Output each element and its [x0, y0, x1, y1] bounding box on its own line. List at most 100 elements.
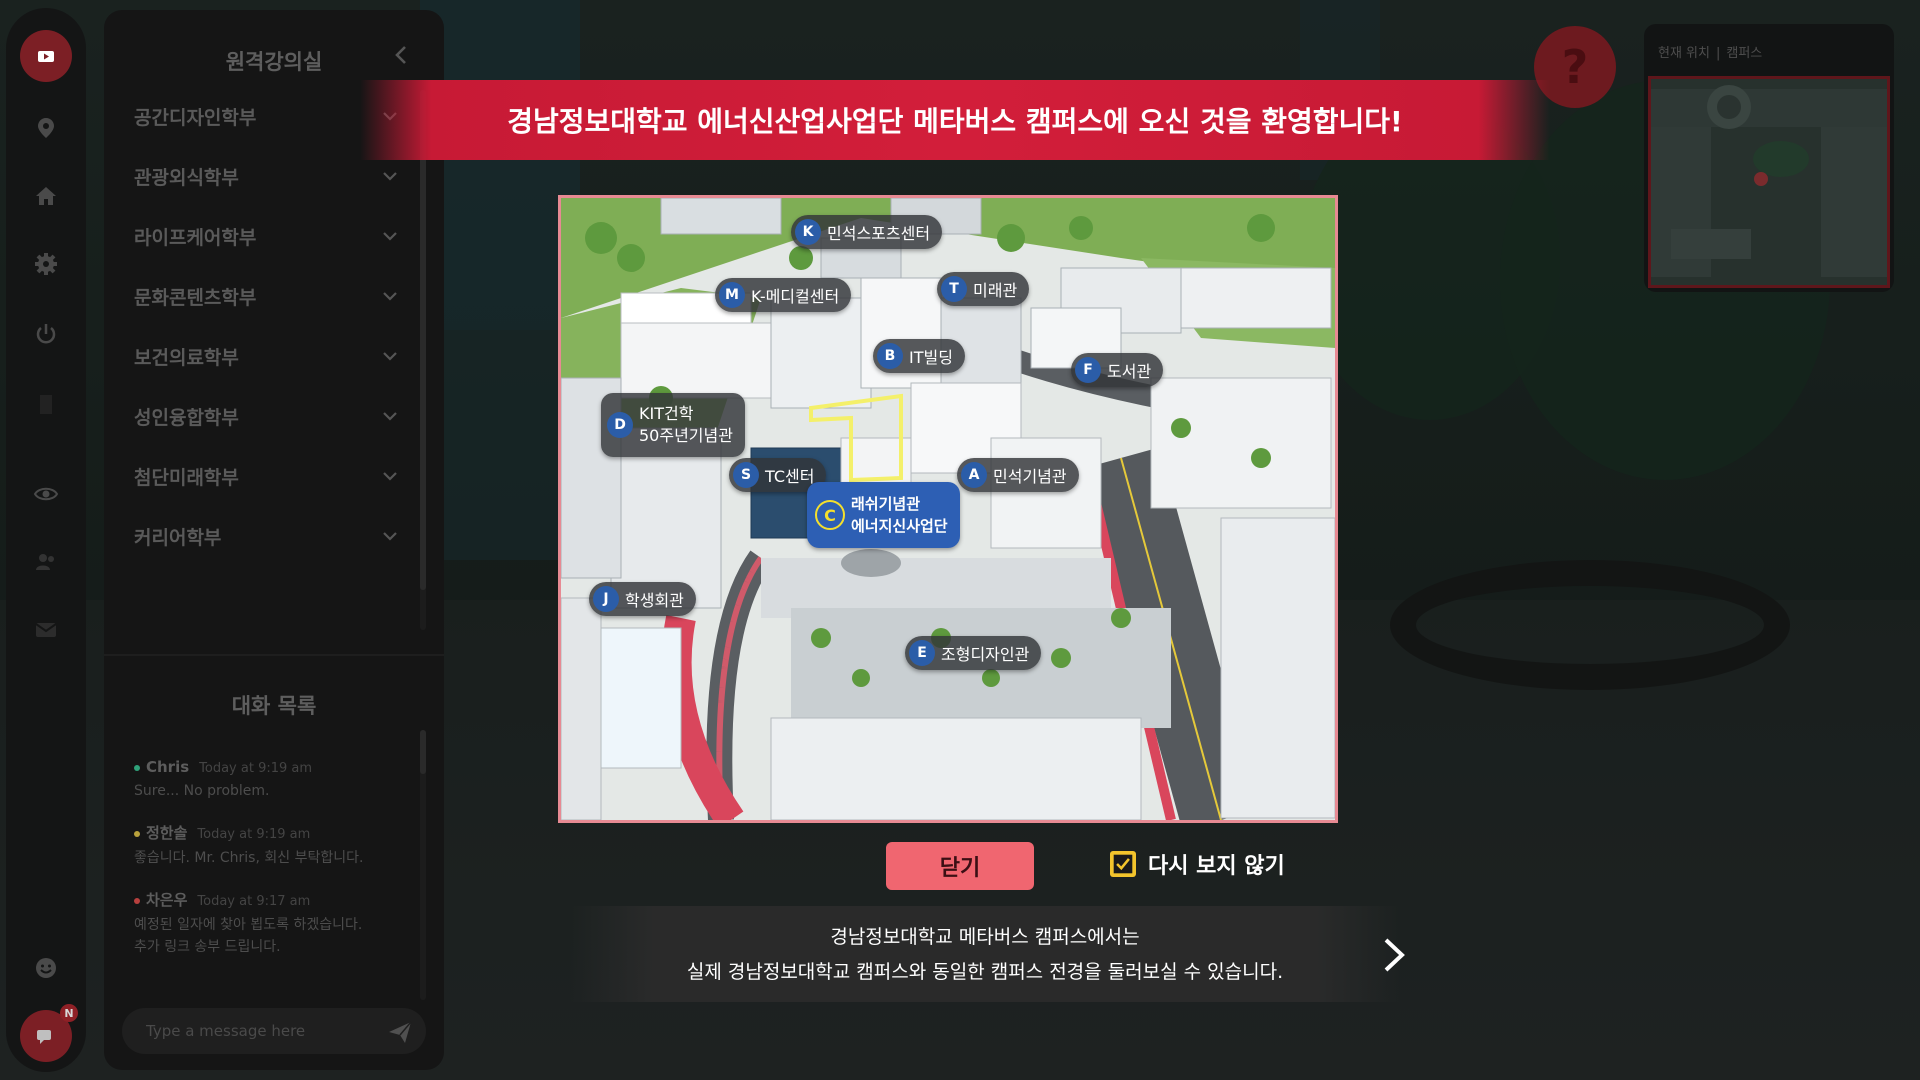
collapse-panel-button[interactable]	[386, 40, 416, 70]
dont-show-again-checkbox[interactable]: 다시 보지 않기	[1110, 848, 1285, 880]
poi-name: 민석기념관	[993, 467, 1067, 486]
poi-marker-c-current[interactable]: C 래쉬기념관 에너지신사업단	[807, 482, 960, 548]
chevron-down-icon	[383, 412, 397, 421]
poi-code: J	[593, 586, 619, 612]
status-dot	[134, 764, 140, 771]
department-label: 보건의료학부	[134, 346, 239, 369]
power-icon[interactable]	[26, 314, 66, 354]
minimap-label-location: 캠퍼스	[1726, 46, 1763, 61]
poi-marker-j[interactable]: J 학생회관	[589, 582, 696, 616]
notification-badge: N	[60, 1004, 78, 1022]
poi-code: S	[733, 462, 759, 488]
chat-message-input[interactable]	[122, 1008, 426, 1054]
department-item[interactable]: 보건의료학부	[104, 326, 428, 386]
location-pin-icon[interactable]	[26, 108, 66, 148]
department-item[interactable]: 라이프케어학부	[104, 206, 428, 266]
users-icon[interactable]	[26, 542, 66, 582]
eye-icon[interactable]	[26, 474, 66, 514]
close-button[interactable]: 닫기	[886, 842, 1034, 890]
poi-name: 래쉬기념관 에너지신사업단	[851, 495, 948, 535]
chevron-down-icon	[383, 472, 397, 481]
message-author: 정한솔	[146, 824, 188, 842]
status-dot	[134, 897, 140, 904]
department-item[interactable]: 커리어학부	[104, 506, 428, 566]
send-icon[interactable]	[386, 1018, 414, 1046]
poi-marker-m[interactable]: M K-메디컬센터	[715, 278, 852, 312]
poi-marker-b[interactable]: B IT빌딩	[873, 339, 965, 373]
minimap-label-current: 현재 위치	[1658, 46, 1710, 61]
poi-name: IT빌딩	[909, 348, 953, 367]
department-scrollbar[interactable]	[420, 90, 426, 630]
poi-code: T	[941, 276, 967, 302]
description-line: 실제 경남정보대학교 캠퍼스와 동일한 캠퍼스 전경을 둘러보실 수 있습니다.	[686, 961, 1284, 983]
chevron-down-icon	[383, 352, 397, 361]
next-arrow-icon[interactable]	[1376, 934, 1410, 976]
department-label: 성인융합학부	[134, 406, 239, 429]
left-icon-rail: N	[6, 8, 86, 1072]
message-text: 추가 링크 송부 드립니다.	[134, 939, 281, 955]
gear-icon[interactable]	[26, 244, 66, 284]
chevron-down-icon	[383, 172, 397, 181]
message-text: 좋습니다. Mr. Chris, 회신 부탁합니다.	[134, 850, 364, 866]
poi-name: TC센터	[765, 467, 815, 486]
status-dot	[134, 830, 140, 837]
message-time: Today at 9:17 am	[197, 894, 311, 909]
campus-map: K 민석스포츠센터 M K-메디컬센터 T 미래관 B IT빌딩 F 도서관 D…	[558, 195, 1338, 823]
door-icon[interactable]	[26, 384, 66, 424]
message-author: 차은우	[146, 891, 188, 909]
chat-title: 대화 목록	[231, 694, 317, 718]
minimap-view[interactable]	[1648, 76, 1890, 288]
checkbox-checked-icon	[1110, 851, 1136, 877]
department-item[interactable]: 문화콘텐츠학부	[104, 266, 428, 326]
department-label: 문화콘텐츠학부	[134, 286, 257, 309]
department-label: 라이프케어학부	[134, 226, 257, 249]
department-label: 커리어학부	[134, 526, 222, 549]
chevron-down-icon	[383, 532, 397, 541]
chat-message: Chris Today at 9:19 am Sure... No problem…	[134, 758, 414, 802]
poi-marker-a[interactable]: A 민석기념관	[957, 458, 1079, 492]
department-item[interactable]: 첨단미래학부	[104, 446, 428, 506]
department-label: 관광외식학부	[134, 166, 239, 189]
poi-name: 조형디자인관	[941, 645, 1030, 664]
poi-marker-d[interactable]: D KIT건학 50주년기념관	[601, 393, 745, 457]
message-time: Today at 9:19 am	[197, 827, 311, 842]
poi-name: KIT건학 50주년기념관	[639, 404, 733, 445]
chat-message: 정한솔 Today at 9:19 am 좋습니다. Mr. Chris, 회신 …	[134, 822, 414, 869]
smile-icon[interactable]	[26, 948, 66, 988]
chat-scrollbar[interactable]	[420, 730, 426, 1000]
poi-code: F	[1075, 357, 1101, 383]
minimap: 현재 위치 | 캠퍼스	[1644, 24, 1894, 292]
poi-name: 미래관	[973, 281, 1018, 300]
department-item[interactable]: 성인융합학부	[104, 386, 428, 446]
poi-code: M	[719, 282, 745, 308]
poi-code: E	[909, 640, 935, 666]
dont-show-again-label: 다시 보지 않기	[1148, 854, 1285, 879]
chevron-down-icon	[383, 232, 397, 241]
minimap-separator: |	[1715, 46, 1721, 61]
description-box: 경남정보대학교 메타버스 캠퍼스에서는 실제 경남정보대학교 캠퍼스와 동일한 …	[570, 906, 1400, 1002]
poi-code: D	[607, 412, 633, 438]
mail-icon[interactable]	[26, 610, 66, 650]
poi-marker-k[interactable]: K 민석스포츠센터	[791, 215, 943, 249]
poi-marker-t[interactable]: T 미래관	[937, 272, 1030, 306]
question-mark-icon: ?	[1561, 40, 1589, 94]
poi-code: B	[877, 343, 903, 369]
message-time: Today at 9:19 am	[199, 761, 313, 776]
home-icon[interactable]	[26, 176, 66, 216]
welcome-banner: 경남정보대학교 에너신산업사업단 메타버스 캠퍼스에 오신 것을 환영합니다!	[360, 80, 1550, 160]
department-label: 첨단미래학부	[134, 466, 239, 489]
poi-marker-f[interactable]: F 도서관	[1071, 353, 1164, 387]
video-icon[interactable]	[20, 30, 72, 82]
poi-name: 학생회관	[625, 591, 684, 610]
message-text: 예정된 일자에 찾아 뵙도록 하겠습니다.	[134, 917, 363, 933]
poi-name: K-메디컬센터	[751, 287, 840, 306]
message-text: Sure... No problem.	[134, 783, 270, 799]
chat-message-list: Chris Today at 9:19 am Sure... No problem…	[134, 758, 414, 978]
description-line: 경남정보대학교 메타버스 캠퍼스에서는	[830, 926, 1140, 948]
chat-message: 차은우 Today at 9:17 am 예정된 일자에 찾아 뵙도록 하겠습니다…	[134, 889, 414, 958]
department-label: 공간디자인학부	[134, 106, 257, 129]
minimap-header: 현재 위치 | 캠퍼스	[1658, 42, 1762, 61]
poi-name: 도서관	[1107, 362, 1152, 381]
poi-marker-e[interactable]: E 조형디자인관	[905, 636, 1042, 670]
message-author: Chris	[146, 758, 190, 776]
